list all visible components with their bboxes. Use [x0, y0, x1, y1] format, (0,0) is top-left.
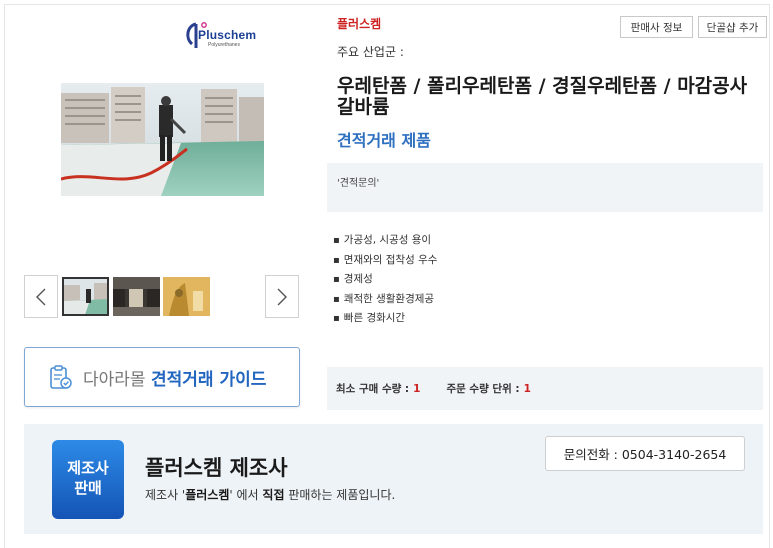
feature-item: 면재와의 접착성 우수 — [333, 251, 438, 271]
manufacturer-title: 플러스켐 제조사 — [145, 456, 288, 480]
inquiry-phone-button[interactable]: 문의전화 : 0504-3140-2654 — [545, 436, 745, 471]
chevron-right-icon — [277, 288, 287, 305]
quantity-info: 최소 구매 수량 : 1 주문 수량 단위 : 1 — [327, 367, 763, 410]
main-product-photo — [61, 83, 264, 196]
gallery-thumbnail[interactable] — [62, 277, 109, 316]
min-qty-value: 1 — [413, 382, 421, 395]
manufacturer-description: 제조사 '플러스켐' 에서 직접 판매하는 제품입니다. — [145, 488, 396, 502]
gallery-prev-button[interactable] — [24, 275, 58, 318]
industry-label: 주요 산업군 : — [337, 45, 404, 59]
logo-subtitle: Polyurethanes — [208, 42, 240, 48]
product-subtitle: 견적거래 제품 — [337, 131, 431, 150]
logo-name: Pluschem — [198, 28, 257, 42]
feature-item: 쾌적한 생활환경제공 — [333, 290, 437, 310]
seller-logo[interactable]: Pluschem Polyurethanes — [182, 18, 274, 50]
feature-list: 가공성, 시공성 용이 면재와의 접착성 우수 경제성 쾌적한 생활환경제공 빠… — [333, 231, 438, 329]
chevron-left-icon — [36, 288, 46, 305]
quote-guide-button[interactable]: 다아라몰 견적거래 가이드 — [24, 347, 300, 407]
quote-guide-label: 다아라몰 견적거래 가이드 — [83, 369, 267, 390]
clipboard-check-icon — [50, 365, 72, 389]
gallery-next-button[interactable] — [265, 275, 299, 318]
gallery-thumbnail[interactable] — [163, 277, 210, 316]
feature-item: 가공성, 시공성 용이 — [333, 231, 437, 251]
min-qty-label: 최소 구매 수량 : — [336, 383, 410, 395]
feature-item: 빠른 경화시간 — [333, 309, 437, 329]
order-unit-label: 주문 수량 단위 : — [446, 383, 520, 395]
manufacturer-banner: 제조사 판매 플러스켐 제조사 제조사 '플러스켐' 에서 직접 판매하는 제품… — [24, 424, 763, 534]
quote-inquiry-text: '견적문의' — [337, 178, 380, 189]
price-box: '견적문의' — [327, 163, 763, 212]
feature-item: 경제성 — [333, 270, 437, 290]
gallery-thumbnail[interactable] — [113, 277, 160, 316]
seller-info-button[interactable]: 판매사 정보 — [620, 16, 693, 38]
add-favorite-shop-button[interactable]: 단골샵 추가 — [698, 16, 767, 38]
manufacturer-badge: 제조사 판매 — [52, 440, 124, 519]
order-unit-value: 1 — [523, 382, 531, 395]
brand-name[interactable]: 플러스켐 — [337, 15, 381, 32]
product-title: 우레탄폼 / 폴리우레탄폼 / 경질우레탄폼 / 마감공사 갈바륨 — [337, 75, 748, 118]
